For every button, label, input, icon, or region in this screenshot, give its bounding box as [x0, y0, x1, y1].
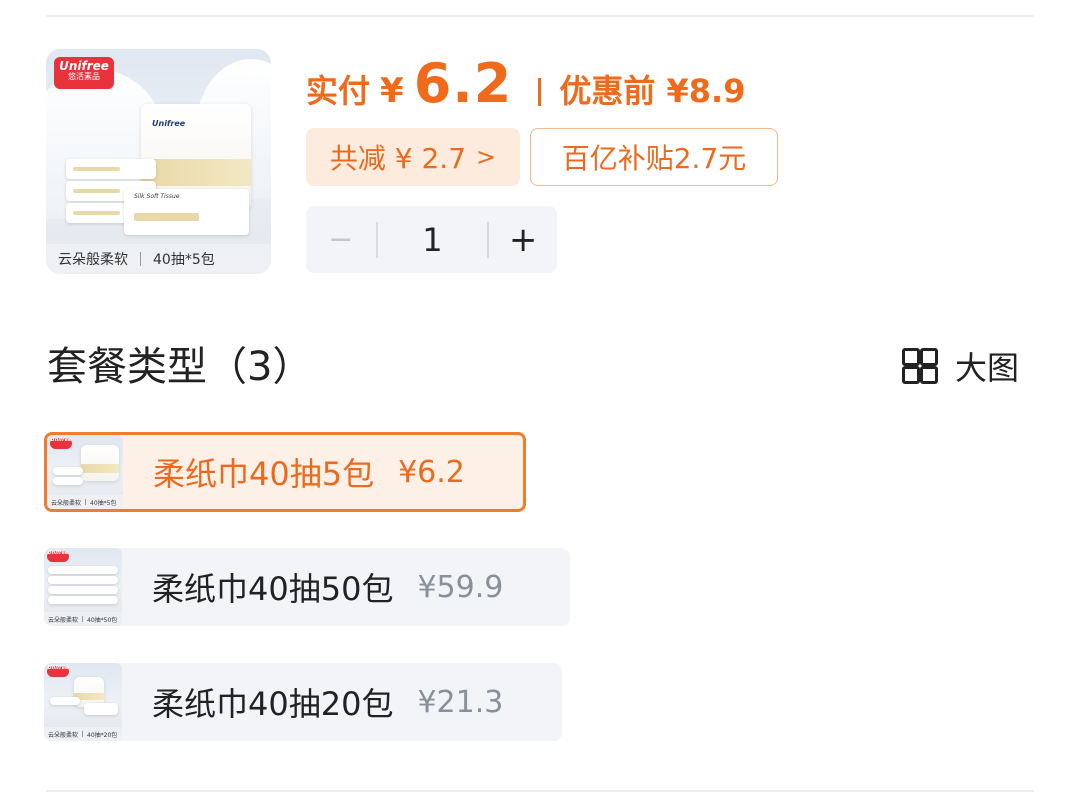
image-caption: 云朵般柔软 40抽*5包: [46, 244, 271, 274]
top-divider: [46, 15, 1034, 17]
quantity-stepper: − 1 +: [306, 206, 557, 273]
option-caption: 云朵般柔软 40抽*5包: [47, 495, 123, 509]
package-type-title: 套餐类型（3）: [47, 344, 313, 390]
option-caption: 云朵般柔软 40抽*20包: [44, 727, 122, 741]
tissue-pack: [66, 159, 156, 179]
option-thumbnail: Unifree 云朵般柔软 40抽*20包: [44, 663, 122, 741]
quantity-field[interactable]: 1: [378, 221, 488, 259]
brand-name: Unifree: [59, 59, 109, 73]
package-option-5-packs[interactable]: Unifree 云朵般柔软 40抽*5包 柔纸巾40抽5包 ¥6.2: [44, 432, 526, 512]
price-separator: [538, 78, 542, 106]
tissue-pack-front: Silk Soft Tissue: [124, 189, 249, 235]
bag-band: [141, 158, 251, 186]
decrease-button[interactable]: −: [306, 222, 376, 257]
option-caption: 云朵般柔软 40抽*50包: [44, 612, 122, 626]
pack-label: Silk Soft Tissue: [134, 192, 180, 200]
big-view-toggle[interactable]: 大图: [902, 343, 1019, 389]
bottom-divider: [46, 790, 1034, 792]
brand-logo: Unifree: [47, 550, 69, 562]
option-price: ¥59.9: [417, 569, 504, 605]
package-option-50-packs[interactable]: Unifree 云朵般柔软 40抽*50包 柔纸巾40抽50包 ¥59.9: [44, 548, 570, 626]
package-option-20-packs[interactable]: Unifree 云朵般柔软 40抽*20包 柔纸巾40抽20包 ¥21.3: [44, 663, 562, 741]
option-price: ¥6.2: [398, 454, 465, 490]
actual-pay-label: 实付: [306, 72, 371, 110]
increase-button[interactable]: +: [489, 220, 557, 260]
big-view-label: 大图: [955, 349, 1020, 387]
grid-icon: [902, 348, 938, 384]
brand-logo: Unifree: [47, 665, 69, 677]
price-line: 实付 ¥ 6.2 优惠前 ¥8.9: [306, 52, 745, 132]
caption-right: 40抽*5包: [153, 252, 215, 268]
option-name: 柔纸巾40抽5包: [153, 455, 375, 493]
option-thumbnail: Unifree 云朵般柔软 40抽*5包: [47, 435, 123, 509]
chevron-right-icon: >: [476, 143, 497, 171]
brand-logo: Unifree: [50, 437, 72, 449]
option-thumbnail: Unifree 云朵般柔软 40抽*50包: [44, 548, 122, 626]
discount-text: 共减 ¥ 2.7: [329, 142, 467, 175]
currency-symbol: ¥: [380, 71, 404, 111]
actual-pay-amount: 6.2: [413, 52, 513, 115]
subsidy-text: 百亿补贴2.7元: [561, 142, 747, 175]
option-name: 柔纸巾40抽50包: [152, 570, 394, 608]
caption-left: 云朵般柔软: [58, 252, 128, 268]
brand-logo: Unifree 悠活素品: [54, 57, 114, 89]
caption-separator: [140, 252, 141, 266]
discount-total-button[interactable]: 共减 ¥ 2.7 >: [306, 128, 520, 186]
brand-subname: 悠活素品: [68, 71, 100, 81]
option-price: ¥21.3: [417, 684, 504, 720]
bag-brand: Unifree: [152, 118, 186, 128]
option-name: 柔纸巾40抽20包: [152, 685, 394, 723]
price-before-discount: 优惠前 ¥8.9: [559, 72, 746, 110]
subsidy-badge: 百亿补贴2.7元: [530, 128, 778, 186]
product-image[interactable]: Unifree Silk Soft Tissue Unifree 悠活素品 云朵…: [46, 49, 271, 274]
